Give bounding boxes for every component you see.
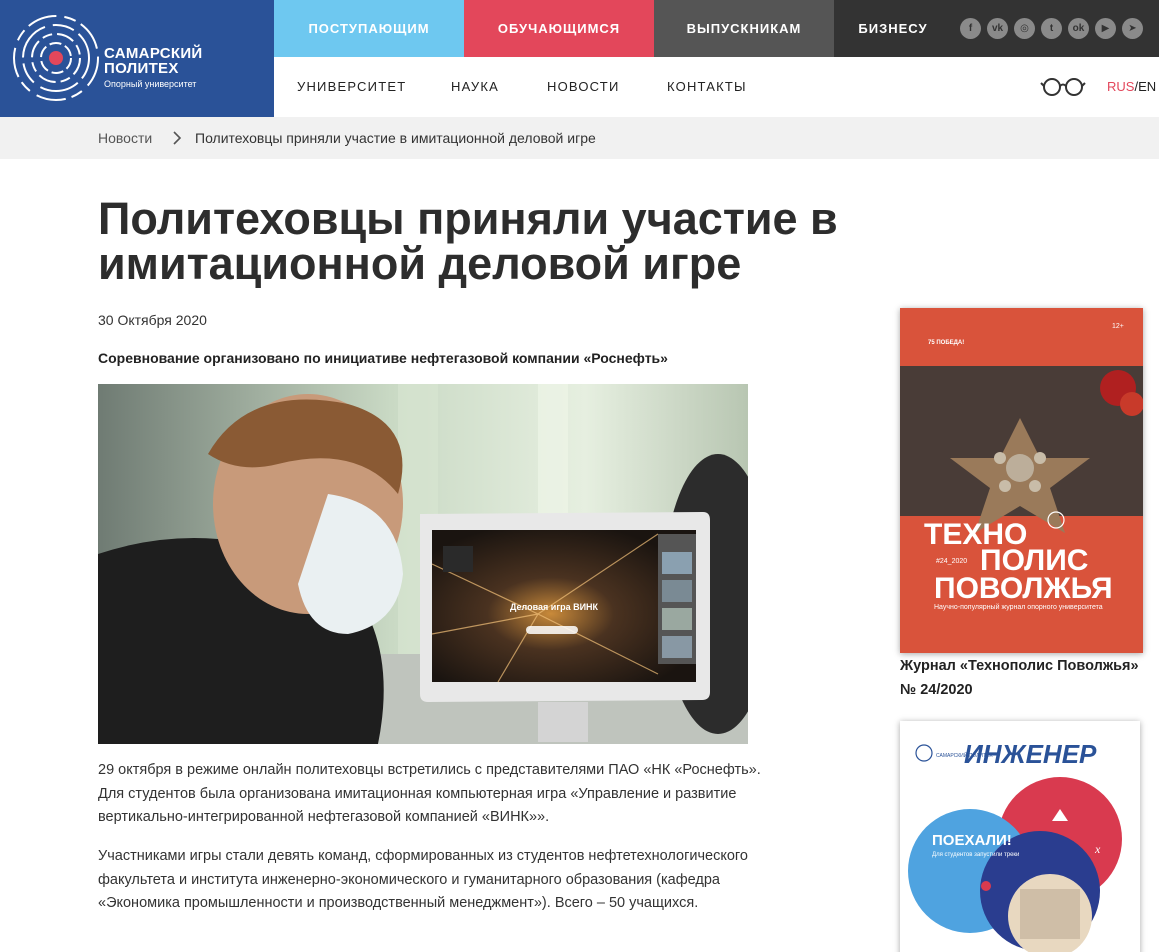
social-links: f vk ◎ t ok ▶ ➤ bbox=[952, 0, 1159, 57]
magazine-engineer-image: САМАРСКИЙ ПОЛИТЕХ ИНЖЕНЕР ПОЕХАЛИ! Для с… bbox=[900, 721, 1140, 952]
accessibility-glasses-icon[interactable] bbox=[1040, 76, 1086, 98]
article-paragraph-1: 29 октября в режиме онлайн политеховцы в… bbox=[98, 762, 761, 825]
topnav-students[interactable]: ОБУЧАЮЩИМСЯ bbox=[464, 0, 654, 57]
subnav-university[interactable]: УНИВЕРСИТЕТ bbox=[297, 79, 406, 94]
magazine2-title: ИНЖЕНЕР bbox=[964, 739, 1097, 769]
subnav-news[interactable]: НОВОСТИ bbox=[547, 79, 620, 94]
article-date: 30 Октября 2020 bbox=[98, 312, 207, 328]
magazine-title-line3: ПОВОЛЖЬЯ bbox=[934, 572, 1113, 605]
logo-tagline: Опорный университет bbox=[104, 79, 197, 89]
article-photo[interactable]: Деловая игра ВИНК bbox=[98, 384, 748, 744]
instagram-icon[interactable]: ◎ bbox=[1014, 18, 1035, 39]
top-navigation: ПОСТУПАЮЩИМ ОБУЧАЮЩИМСЯ ВЫПУСКНИКАМ БИЗН… bbox=[274, 0, 952, 57]
subnav-science[interactable]: НАУКА bbox=[451, 79, 499, 94]
magazine-age-rating: 12+ bbox=[1112, 323, 1124, 330]
article-photo-image: Деловая игра ВИНК bbox=[98, 384, 748, 744]
magazine-cover-image: 75 ПОБЕДА! 12+ ТЕХНО ПОЛИС ПОВОЛЖЬЯ #24_… bbox=[900, 308, 1143, 653]
telegram-icon[interactable]: ➤ bbox=[1122, 18, 1143, 39]
facebook-icon[interactable]: f bbox=[960, 18, 981, 39]
twitter-icon[interactable]: t bbox=[1041, 18, 1062, 39]
magazine-subtitle: Научно-популярный журнал опорного универ… bbox=[934, 603, 1103, 611]
subnav-contacts[interactable]: КОНТАКТЫ bbox=[667, 79, 747, 94]
logo-text: САМАРСКИЙ ПОЛИТЕХ Опорный университет bbox=[104, 46, 203, 89]
magazine-caption[interactable]: Журнал «Технополис Поволжья» № 24/2020 bbox=[900, 654, 1143, 702]
magazine-cover-engineer[interactable]: САМАРСКИЙ ПОЛИТЕХ ИНЖЕНЕР ПОЕХАЛИ! Для с… bbox=[900, 721, 1140, 952]
topnav-business[interactable]: БИЗНЕСУ bbox=[834, 0, 952, 57]
odnoklassniki-icon[interactable]: ok bbox=[1068, 18, 1089, 39]
sub-navigation: УНИВЕРСИТЕТ НАУКА НОВОСТИ КОНТАКТЫ bbox=[274, 57, 1159, 117]
breadcrumb-current: Политеховцы приняли участие в имитационн… bbox=[195, 130, 596, 146]
topnav-applicants[interactable]: ПОСТУПАЮЩИМ bbox=[274, 0, 464, 57]
language-switcher: RUS/EN bbox=[1107, 79, 1156, 94]
article-lead: Соревнование организовано по инициативе … bbox=[98, 350, 668, 366]
chevron-right-icon bbox=[173, 131, 182, 145]
lang-en[interactable]: EN bbox=[1138, 79, 1156, 94]
article-paragraph-2: Участниками игры стали девять команд, сф… bbox=[98, 848, 748, 911]
youtube-icon[interactable]: ▶ bbox=[1095, 18, 1116, 39]
magazine-issue: #24_2020 bbox=[936, 558, 967, 565]
lang-ru[interactable]: RUS bbox=[1107, 79, 1134, 94]
breadcrumb-news[interactable]: Новости bbox=[98, 130, 152, 146]
svg-text:x: x bbox=[1094, 842, 1101, 856]
logo-name-line1: САМАРСКИЙ bbox=[104, 45, 203, 62]
logo[interactable]: САМАРСКИЙ ПОЛИТЕХ Опорный университет bbox=[0, 0, 274, 117]
magazine2-subhead: Для студентов запустили треки bbox=[932, 852, 1019, 858]
page-title: Политеховцы приняли участие в имитационн… bbox=[98, 193, 838, 289]
topnav-graduates[interactable]: ВЫПУСКНИКАМ bbox=[654, 0, 834, 57]
photo-screen-text: Деловая игра ВИНК bbox=[510, 602, 599, 612]
magazine2-headline: ПОЕХАЛИ! bbox=[932, 832, 1012, 849]
svg-text:75 ПОБЕДА!: 75 ПОБЕДА! bbox=[928, 340, 964, 346]
breadcrumb: Новости Политеховцы приняли участие в им… bbox=[0, 117, 1159, 159]
logo-name-line2: ПОЛИТЕХ bbox=[104, 60, 179, 77]
vk-icon[interactable]: vk bbox=[987, 18, 1008, 39]
magazine-cover-technopolis[interactable]: 75 ПОБЕДА! 12+ ТЕХНО ПОЛИС ПОВОЛЖЬЯ #24_… bbox=[900, 308, 1143, 653]
logo-emblem-icon bbox=[13, 15, 99, 101]
